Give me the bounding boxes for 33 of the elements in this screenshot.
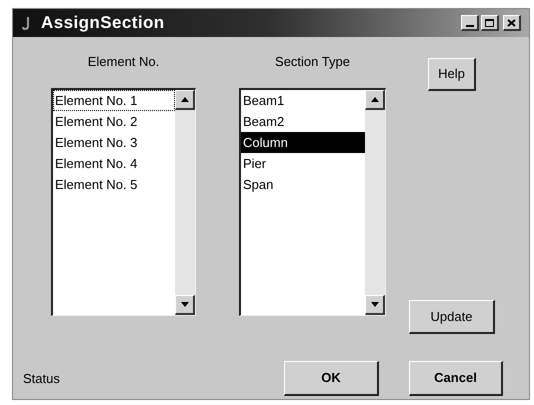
- list-label: Element No.: [88, 55, 160, 69]
- list-item[interactable]: Pier: [241, 153, 365, 174]
- update-button[interactable]: Update: [409, 300, 495, 334]
- scrollbar[interactable]: [365, 90, 385, 315]
- list-item[interactable]: Span: [241, 174, 365, 195]
- scroll-down-button[interactable]: [365, 295, 385, 315]
- down-arrow-icon: [180, 302, 188, 307]
- list-item[interactable]: Element No. 5: [53, 174, 175, 195]
- scroll-down-button[interactable]: [175, 295, 195, 315]
- scrollbar[interactable]: [175, 90, 195, 315]
- list-box[interactable]: Element No. 1 Element No. 2 Element No. 3 Element No. 4 Element No. 5: [51, 88, 196, 316]
- minimize-button[interactable]: [461, 15, 479, 31]
- list-item[interactable]: Element No. 3: [53, 132, 175, 153]
- close-icon: [507, 18, 516, 26]
- maximize-button[interactable]: [481, 15, 499, 31]
- up-arrow-icon: [180, 97, 188, 102]
- scroll-up-button[interactable]: [175, 90, 195, 110]
- list-label: Section Type: [275, 55, 350, 69]
- close-button[interactable]: [503, 15, 521, 31]
- list-item[interactable]: Beam2: [241, 111, 365, 132]
- list-item[interactable]: Element No. 2: [53, 111, 175, 132]
- status-label: Status: [23, 370, 61, 388]
- list-item[interactable]: Column: [241, 132, 365, 153]
- up-arrow-icon: [370, 97, 378, 102]
- window-title: AssignSection: [41, 12, 165, 34]
- list-item[interactable]: Beam1: [241, 90, 365, 111]
- scroll-up-button[interactable]: [365, 90, 385, 110]
- down-arrow-icon: [370, 302, 378, 307]
- list-item[interactable]: Element No. 4: [53, 153, 175, 174]
- ok-button[interactable]: OK: [284, 361, 379, 396]
- help-button[interactable]: Help: [428, 58, 476, 91]
- list-box[interactable]: Beam1 Beam2 Column Pier Span: [239, 88, 386, 316]
- cancel-button[interactable]: Cancel: [409, 361, 503, 396]
